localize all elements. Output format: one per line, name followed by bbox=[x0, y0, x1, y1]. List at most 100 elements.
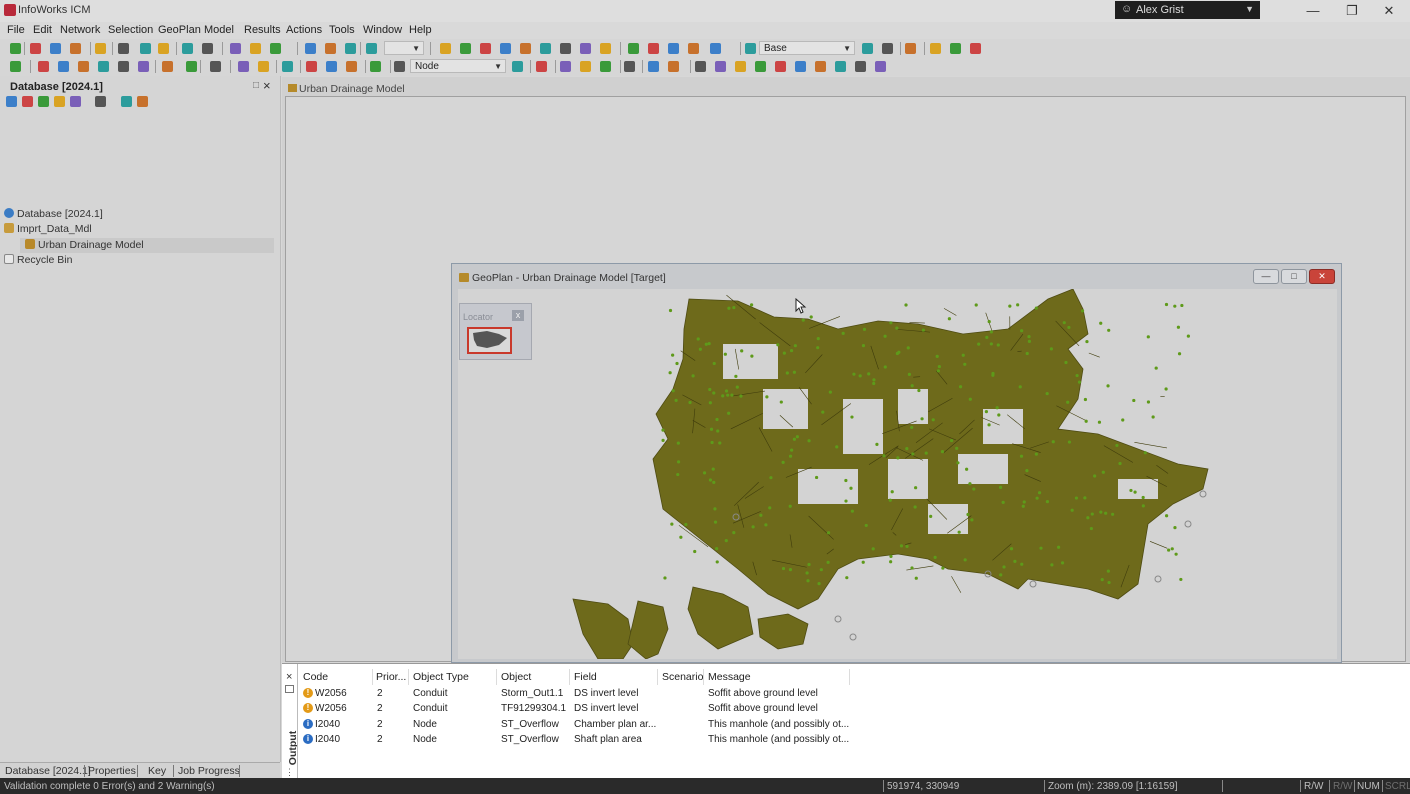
manhole-node[interactable] bbox=[931, 418, 935, 422]
manhole-node[interactable] bbox=[861, 560, 865, 564]
manhole-node[interactable] bbox=[750, 354, 754, 358]
manhole-node[interactable] bbox=[1022, 500, 1026, 504]
manhole-node[interactable] bbox=[1045, 391, 1049, 396]
manhole-node[interactable] bbox=[1008, 304, 1012, 308]
selection-combo[interactable]: ▼ bbox=[384, 41, 424, 55]
manhole-node[interactable] bbox=[937, 364, 941, 369]
manhole-node[interactable] bbox=[1025, 351, 1029, 356]
manhole-node[interactable] bbox=[1002, 565, 1006, 569]
manhole-node[interactable] bbox=[1143, 451, 1147, 455]
manhole-node[interactable] bbox=[1151, 415, 1155, 419]
manhole-node[interactable] bbox=[1074, 496, 1079, 500]
toolbar-tool-icon[interactable] bbox=[500, 43, 511, 54]
menu-selection[interactable]: Selection bbox=[108, 24, 153, 36]
manhole-node[interactable] bbox=[668, 371, 672, 375]
manhole-node[interactable] bbox=[1080, 309, 1085, 313]
manhole-node[interactable] bbox=[984, 409, 988, 414]
manhole-node[interactable] bbox=[1174, 552, 1178, 556]
outfall-node[interactable] bbox=[834, 615, 842, 623]
toolbar-tool-icon[interactable] bbox=[98, 61, 109, 72]
manhole-node[interactable] bbox=[914, 576, 918, 580]
manhole-node[interactable] bbox=[807, 562, 811, 567]
manhole-node[interactable] bbox=[1001, 500, 1005, 505]
toolbar-tool-icon[interactable] bbox=[138, 61, 149, 72]
manhole-node[interactable] bbox=[805, 571, 809, 575]
toolbar-tool-icon[interactable] bbox=[835, 61, 846, 72]
manhole-node[interactable] bbox=[872, 381, 876, 386]
manhole-node[interactable] bbox=[987, 320, 991, 324]
toolbar-tool-icon[interactable] bbox=[78, 61, 89, 72]
toolbar-tool-icon[interactable] bbox=[745, 43, 756, 54]
tree-item-imprt-data-mdl[interactable]: Imprt_Data_Mdl bbox=[4, 223, 92, 238]
manhole-node[interactable] bbox=[972, 487, 976, 491]
manhole-node[interactable] bbox=[998, 485, 1003, 489]
manhole-node[interactable] bbox=[1020, 329, 1024, 333]
tab-key[interactable]: Key bbox=[148, 765, 166, 777]
manhole-node[interactable] bbox=[872, 378, 876, 382]
manhole-node[interactable] bbox=[670, 522, 674, 526]
manhole-node[interactable] bbox=[781, 566, 786, 571]
manhole-node[interactable] bbox=[997, 413, 1001, 417]
outfall-node[interactable] bbox=[1029, 580, 1037, 588]
manhole-node[interactable] bbox=[671, 389, 675, 393]
manhole-node[interactable] bbox=[966, 512, 970, 517]
toolbar-tool-icon[interactable] bbox=[10, 61, 21, 72]
toolbar-tool-icon[interactable] bbox=[648, 61, 659, 72]
toolbar-tool-icon[interactable] bbox=[905, 43, 916, 54]
manhole-node[interactable] bbox=[1035, 496, 1039, 500]
tree-item-database[interactable]: Database [2024.1] bbox=[4, 208, 103, 223]
manhole-node[interactable] bbox=[819, 568, 823, 572]
toolbar-tool-icon[interactable] bbox=[882, 43, 893, 54]
manhole-node[interactable] bbox=[712, 391, 716, 395]
manhole-node[interactable] bbox=[1164, 514, 1169, 518]
manhole-node[interactable] bbox=[921, 328, 926, 332]
outfall-node[interactable] bbox=[1154, 575, 1162, 583]
manhole-node[interactable] bbox=[1167, 548, 1171, 552]
toolbar-tool-icon[interactable] bbox=[560, 43, 571, 54]
manhole-node[interactable] bbox=[1111, 512, 1115, 516]
toolbar-tool-icon[interactable] bbox=[735, 61, 746, 72]
toolbar-tool-icon[interactable] bbox=[460, 43, 471, 54]
manhole-node[interactable] bbox=[1077, 380, 1082, 384]
manhole-node[interactable] bbox=[904, 303, 908, 307]
close-button[interactable]: ✕ bbox=[1374, 2, 1404, 20]
manhole-node[interactable] bbox=[1129, 488, 1133, 493]
restore-button[interactable]: ❐ bbox=[1337, 2, 1367, 20]
tree-item-urban-drainage-model[interactable]: Urban Drainage Model bbox=[25, 239, 144, 254]
manhole-node[interactable] bbox=[795, 435, 799, 439]
manhole-node[interactable] bbox=[989, 342, 993, 346]
toolbar-tool-icon[interactable] bbox=[628, 43, 639, 54]
manhole-node[interactable] bbox=[977, 342, 981, 346]
toolbar-tool-icon[interactable] bbox=[795, 61, 806, 72]
toolbar-tool-icon[interactable] bbox=[862, 43, 873, 54]
manhole-node[interactable] bbox=[850, 509, 854, 513]
manhole-node[interactable] bbox=[817, 582, 821, 586]
manhole-node[interactable] bbox=[899, 544, 904, 548]
manhole-node[interactable] bbox=[713, 520, 718, 524]
manhole-node[interactable] bbox=[1039, 546, 1043, 550]
manhole-node[interactable] bbox=[1173, 304, 1177, 308]
manhole-node[interactable] bbox=[734, 374, 738, 378]
geoplan-minimize-button[interactable]: — bbox=[1253, 269, 1279, 284]
manhole-node[interactable] bbox=[996, 343, 1000, 347]
manhole-node[interactable] bbox=[828, 390, 832, 394]
manhole-node[interactable] bbox=[1027, 339, 1031, 344]
manhole-node[interactable] bbox=[867, 372, 871, 376]
menu-model[interactable]: Model bbox=[204, 24, 234, 36]
column-header-priority[interactable]: Prior... bbox=[376, 671, 406, 683]
manhole-node[interactable] bbox=[910, 384, 914, 388]
manhole-node[interactable] bbox=[963, 362, 967, 366]
toolbar-tool-icon[interactable] bbox=[95, 43, 106, 54]
toolbar-tool-icon[interactable] bbox=[440, 43, 451, 54]
toolbar-tool-icon[interactable] bbox=[624, 61, 635, 72]
toolbar-tool-icon[interactable] bbox=[186, 61, 197, 72]
manhole-node[interactable] bbox=[1045, 499, 1050, 504]
toolbar-tool-icon[interactable] bbox=[230, 43, 241, 54]
manhole-node[interactable] bbox=[716, 429, 720, 433]
pin-icon[interactable]: □ bbox=[253, 80, 259, 91]
manhole-node[interactable] bbox=[1107, 580, 1111, 585]
toolbar-tool-icon[interactable] bbox=[282, 61, 293, 72]
manhole-node[interactable] bbox=[968, 397, 972, 401]
manhole-node[interactable] bbox=[941, 566, 945, 570]
manhole-node[interactable] bbox=[1083, 496, 1087, 500]
